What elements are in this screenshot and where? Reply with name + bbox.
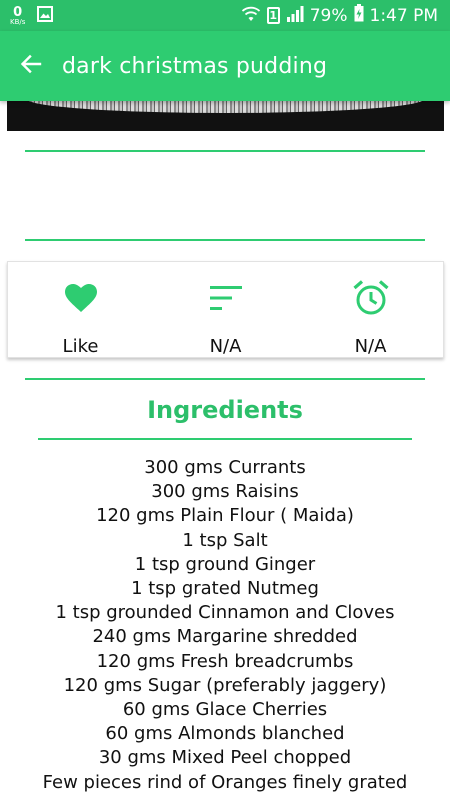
network-speed: 0 KB/s — [10, 6, 25, 26]
recipe-image — [7, 101, 444, 131]
ingredient-item: 1 tsp grounded Cinnamon and Cloves — [55, 602, 395, 624]
ingredients-heading: Ingredients — [147, 396, 303, 424]
clock-time: 1:47 PM — [369, 5, 439, 26]
sort-lines-icon — [209, 278, 243, 318]
actions-card: Like N/A N/A — [7, 261, 444, 358]
ingredient-item: 120 gms Sugar (preferably jaggery) — [63, 674, 387, 696]
ingredient-item: 120 gms Fresh breadcrumbs — [96, 650, 354, 672]
sort-label: N/A — [209, 336, 242, 357]
sort-action[interactable]: N/A — [153, 262, 298, 357]
ingredient-item: Few pieces rind of Oranges finely grated — [42, 771, 408, 793]
ingredient-item: 60 gms Glace Cherries — [122, 699, 328, 721]
ingredient-item: 300 gms Currants — [144, 457, 306, 478]
battery-percent: 79% — [309, 5, 348, 26]
battery-charging-icon — [354, 4, 364, 27]
page-title: dark christmas pudding — [62, 53, 328, 79]
ingredient-item: 30 gms Mixed Peel chopped — [98, 747, 352, 769]
image-notification-icon — [37, 5, 54, 26]
ingredient-item: 1 tsp grated Nutmeg — [131, 578, 319, 600]
alarm-label: N/A — [354, 336, 387, 357]
alarm-action[interactable]: N/A — [298, 262, 443, 357]
network-speed-value: 0 — [13, 4, 23, 20]
status-left: 0 KB/s — [10, 5, 54, 26]
signal-icon — [286, 5, 304, 27]
sim-icon: 1 — [266, 7, 280, 24]
status-right: 1 79% 1:47 PM — [241, 4, 438, 27]
ingredient-item: 240 gms Margarine shredded — [92, 626, 358, 648]
heart-icon — [64, 278, 98, 318]
arrow-back-icon — [20, 53, 42, 79]
wifi-icon — [241, 5, 261, 27]
app-bar: dark christmas pudding — [0, 31, 450, 101]
divider-ingredients-top — [25, 378, 425, 380]
ingredient-item: 120 gms Plain Flour ( Maida) — [96, 505, 354, 527]
ingredient-item: 60 gms Almonds blanched — [105, 723, 345, 745]
alarm-clock-icon — [352, 278, 390, 318]
divider-description-bottom — [25, 239, 425, 241]
divider-ingredients-heading — [38, 438, 412, 440]
ingredient-item: 300 gms Raisins — [151, 481, 299, 503]
ingredient-item: 1 tsp Salt — [182, 529, 268, 551]
ingredients-list: 300 gms Currants 300 gms Raisins 120 gms… — [0, 456, 450, 795]
ingredient-item: 1 tsp ground Ginger — [134, 553, 316, 575]
status-bar: 0 KB/s 1 79% 1:47 PM — [0, 0, 450, 31]
back-button[interactable] — [0, 31, 62, 101]
like-action[interactable]: Like — [8, 262, 153, 357]
divider-top — [25, 150, 425, 152]
like-label: Like — [62, 336, 99, 357]
network-speed-unit: KB/s — [10, 17, 26, 26]
